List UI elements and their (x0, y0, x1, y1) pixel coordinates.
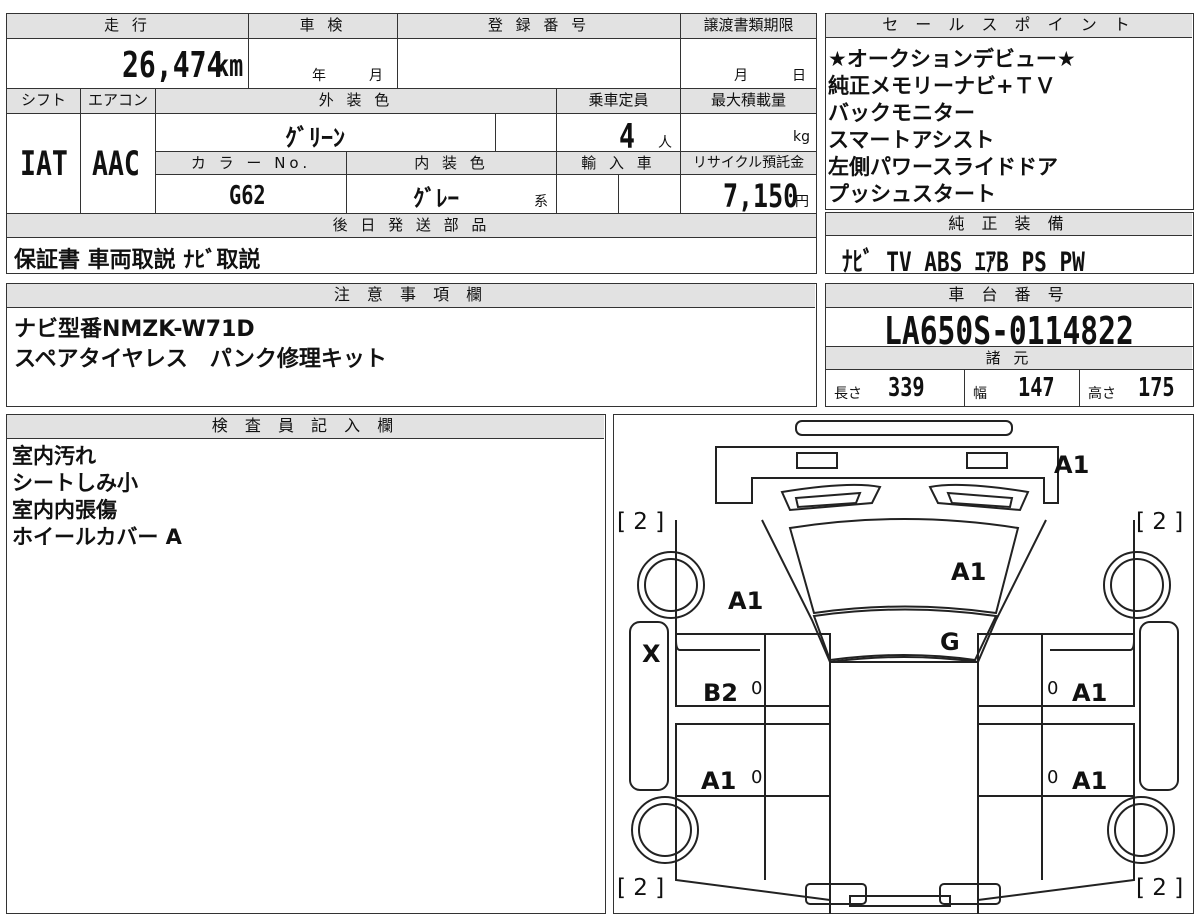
inspection-header: 車 検 (249, 14, 397, 38)
color-no-header: カ ラ ー No. (156, 152, 346, 174)
sales-point-item: プッシュスタート (828, 182, 996, 206)
max-load-header: 最大積載量 (681, 89, 816, 113)
note-line: スペアタイヤレス パンク修理キット (14, 347, 387, 372)
specs-header: 諸 元 (826, 347, 1192, 369)
mileage-header: 走 行 (7, 14, 248, 38)
mark-front-left-door: B2 (703, 679, 738, 707)
length-label: 長さ (834, 386, 862, 402)
sales-points-panel: セ ー ル ス ポ イ ン ト ★オークションデビュー★ 純正メモリーナビ+ＴＶ… (825, 13, 1194, 210)
exterior-color-value: ｸﾞﾘｰﾝ (285, 124, 345, 152)
mileage-unit: km (215, 49, 244, 84)
sales-point-item: 左側パワースライドドア (828, 155, 1058, 179)
tire-mark-rear-right: [ 2 ] (1136, 875, 1184, 901)
equipment-value: ﾅﾋﾞ TV ABS ｴｱB PS PW (842, 247, 1085, 278)
interior-color-header: 内 装 色 (347, 152, 556, 174)
inspector-line: 室内汚れ (12, 444, 96, 468)
sales-points-list: ★オークションデビュー★ 純正メモリーナビ+ＴＶ バックモニター スマートアシス… (828, 46, 1076, 208)
inspector-line: ホイールカバー A (12, 525, 182, 549)
exterior-color-header: 外 装 色 (156, 89, 556, 113)
transfer-month: 月 (734, 68, 748, 84)
tire-mark-front-left: [ 2 ] (617, 509, 665, 535)
mark-left-mirror: X (642, 640, 661, 668)
recycle-header: リサイクル預託金 (681, 152, 816, 174)
mark-rear-left-door: A1 (701, 767, 737, 795)
inspection-year: 年 (312, 68, 326, 84)
mark-front-right-door: A1 (1072, 679, 1108, 707)
reg-number-header: 登 録 番 号 (398, 14, 680, 38)
chassis-panel: 車 台 番 号 LA650S-0114822 諸 元 長さ 339 幅 147 … (825, 283, 1194, 407)
zero-mark: 0 (1047, 678, 1059, 699)
mileage-value: 26,474 (122, 45, 224, 86)
sales-point-item: 純正メモリーナビ+ＴＶ (828, 74, 1056, 98)
import-header: 輸 入 車 (557, 152, 680, 174)
interior-color-suffix: 系 (534, 194, 548, 210)
mark-windshield: G (940, 628, 960, 656)
inspector-header: 検 査 員 記 入 欄 (7, 415, 604, 439)
sales-point-item: ★オークションデビュー★ (828, 47, 1076, 71)
max-load-unit: kg (793, 129, 810, 145)
inspector-panel: 検 査 員 記 入 欄 室内汚れ シートしみ小 室内内張傷 ホイールカバー A (6, 414, 606, 914)
height-value: 175 (1138, 373, 1175, 403)
tire-mark-front-right: [ 2 ] (1136, 509, 1184, 535)
later-parts-value: 保証書 車両取説 ﾅﾋﾞ取説 (14, 248, 261, 273)
car-damage-diagram: A1 A1 A1 G X B2 A1 A1 A1 0 0 0 0 [ 2 ] [… (613, 414, 1194, 914)
interior-color-value: ｸﾞﾚｰ (413, 186, 459, 212)
equipment-panel: 純 正 装 備 ﾅﾋﾞ TV ABS ｴｱB PS PW (825, 212, 1194, 278)
capacity-header: 乗車定員 (557, 89, 680, 113)
shift-value: IAT (20, 144, 68, 184)
notes-header: 注 意 事 項 欄 (7, 284, 815, 308)
equipment-header: 純 正 装 備 (826, 213, 1192, 236)
recycle-value: 7,150 (723, 177, 799, 215)
note-line: ナビ型番NMZK-W71D (14, 317, 255, 342)
inspector-list: 室内汚れ シートしみ小 室内内張傷 ホイールカバー A (12, 443, 182, 551)
aircon-header: エアコン (81, 89, 155, 113)
capacity-unit: 人 (658, 135, 672, 151)
sales-point-item: スマートアシスト (828, 128, 995, 152)
inspector-line: シートしみ小 (12, 471, 138, 495)
later-parts-header: 後 日 発 送 部 品 (7, 214, 816, 237)
mark-front-left-fender: A1 (728, 587, 764, 615)
width-value: 147 (1018, 373, 1055, 403)
tire-mark-rear-left: [ 2 ] (617, 875, 665, 901)
mark-front-bumper: A1 (1054, 451, 1090, 479)
inspector-line: 室内内張傷 (12, 498, 117, 522)
sales-points-header: セ ー ル ス ポ イ ン ト (826, 14, 1192, 38)
zero-mark: 0 (751, 678, 763, 699)
aircon-value: AAC (92, 144, 140, 184)
notes-list: ナビ型番NMZK-W71D スペアタイヤレス パンク修理キット (14, 315, 387, 375)
mark-hood: A1 (951, 558, 987, 586)
height-label: 高さ (1088, 386, 1116, 402)
sales-point-item: バックモニター (828, 101, 975, 125)
transfer-day: 日 (792, 68, 806, 84)
transfer-deadline-header: 譲渡書類期限 (681, 14, 816, 38)
recycle-unit: 円 (795, 194, 809, 210)
color-no-value: G62 (229, 181, 266, 211)
notes-panel: 注 意 事 項 欄 ナビ型番NMZK-W71D スペアタイヤレス パンク修理キッ… (6, 283, 817, 407)
zero-mark: 0 (751, 767, 763, 788)
length-value: 339 (888, 373, 925, 403)
zero-mark: 0 (1047, 767, 1059, 788)
chassis-header: 車 台 番 号 (826, 284, 1192, 308)
vehicle-info-panel: 走 行 車 検 登 録 番 号 譲渡書類期限 26,474 km 年 月 月 日… (6, 13, 817, 274)
shift-header: シフト (7, 89, 80, 113)
mark-rear-right-door: A1 (1072, 767, 1108, 795)
inspection-month: 月 (369, 68, 383, 84)
width-label: 幅 (973, 386, 987, 402)
